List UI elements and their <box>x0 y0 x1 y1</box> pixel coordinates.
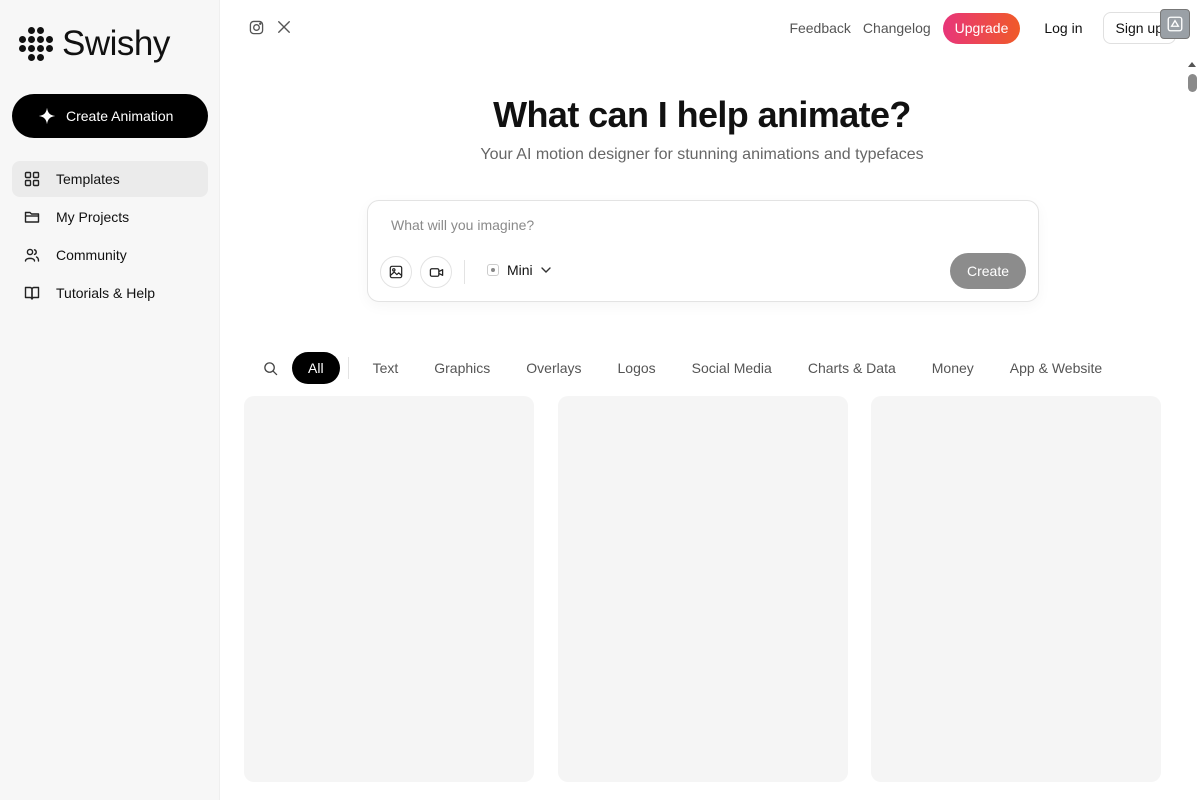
x-icon[interactable] <box>276 19 292 35</box>
chevron-down-icon <box>540 267 551 273</box>
filter-all[interactable]: All <box>292 352 340 384</box>
filter-charts-data[interactable]: Charts & Data <box>808 360 896 376</box>
filter-graphics[interactable]: Graphics <box>434 360 490 376</box>
search-icon[interactable] <box>260 358 280 378</box>
model-label: Mini <box>507 262 533 278</box>
top-nav: Feedback Changelog Upgrade Log in Sign u… <box>789 12 1176 44</box>
filter-text[interactable]: Text <box>373 360 399 376</box>
filter-logos[interactable]: Logos <box>618 360 656 376</box>
prompt-input[interactable] <box>391 217 1011 233</box>
app-name: Swishy <box>62 24 170 63</box>
prompt-divider <box>464 260 465 284</box>
create-submit-button[interactable]: Create <box>950 253 1026 289</box>
template-card[interactable] <box>871 396 1161 782</box>
upload-image-button[interactable] <box>380 256 412 288</box>
scroll-up-arrow[interactable] <box>1188 62 1196 67</box>
sidebar-nav: Templates My Projects Community Tutorial… <box>12 161 208 313</box>
app-logo[interactable]: Swishy <box>19 24 170 64</box>
instagram-icon[interactable] <box>248 19 264 35</box>
sidebar-item-label: My Projects <box>56 209 130 225</box>
sidebar-item-templates[interactable]: Templates <box>12 161 208 197</box>
upgrade-button[interactable]: Upgrade <box>942 12 1021 44</box>
filter-divider <box>347 357 349 379</box>
users-icon <box>24 248 40 262</box>
sidebar-item-my-projects[interactable]: My Projects <box>12 199 208 235</box>
scrollbar-thumb[interactable] <box>1188 74 1197 92</box>
logo-icon <box>19 27 53 61</box>
sidebar: Swishy Create Animation Templates My Pro… <box>0 0 220 800</box>
page-title: What can I help animate? <box>493 94 911 135</box>
filter-money[interactable]: Money <box>932 360 974 376</box>
grid-icon <box>24 171 40 187</box>
create-animation-label: Create Animation <box>66 108 174 124</box>
category-filters: All Text Graphics Overlays Logos Social … <box>260 352 1138 384</box>
book-icon <box>24 286 40 300</box>
model-icon <box>487 264 499 276</box>
video-icon <box>429 267 443 277</box>
sidebar-item-label: Templates <box>56 171 120 187</box>
sidebar-item-label: Community <box>56 247 127 263</box>
browser-extension-icon[interactable] <box>1160 9 1190 39</box>
filter-app-website[interactable]: App & Website <box>1010 360 1102 376</box>
prompt-box: Mini Create <box>367 200 1039 302</box>
folder-icon <box>24 211 40 223</box>
feedback-link[interactable]: Feedback <box>789 20 850 36</box>
template-card[interactable] <box>244 396 534 782</box>
image-icon <box>389 265 403 279</box>
sidebar-item-tutorials-help[interactable]: Tutorials & Help <box>12 275 208 311</box>
sidebar-item-community[interactable]: Community <box>12 237 208 273</box>
filter-social-media[interactable]: Social Media <box>692 360 772 376</box>
create-animation-button[interactable]: Create Animation <box>12 94 208 138</box>
page-subtitle: Your AI motion designer for stunning ani… <box>480 146 924 163</box>
template-card[interactable] <box>558 396 848 782</box>
login-link[interactable]: Log in <box>1044 20 1082 36</box>
filter-overlays[interactable]: Overlays <box>526 360 581 376</box>
social-links <box>248 19 292 35</box>
sparkle-icon <box>38 107 56 125</box>
changelog-link[interactable]: Changelog <box>863 20 931 36</box>
upload-video-button[interactable] <box>420 256 452 288</box>
sidebar-item-label: Tutorials & Help <box>56 285 156 301</box>
model-selector[interactable]: Mini <box>487 262 552 278</box>
